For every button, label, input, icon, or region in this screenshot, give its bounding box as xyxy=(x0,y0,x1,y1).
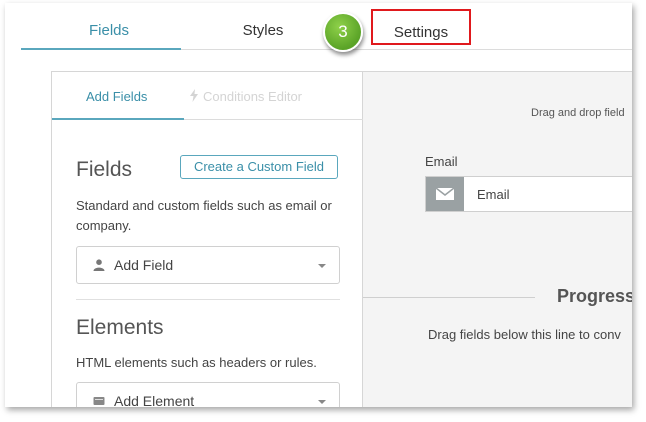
tab-fields[interactable]: Fields xyxy=(59,22,159,39)
chevron-down-icon xyxy=(318,264,326,268)
form-canvas: Drag and drop field Email Email Progress… xyxy=(363,71,632,407)
envelope-icon xyxy=(436,188,454,200)
add-element-label: Add Element xyxy=(114,393,195,407)
form-builder-window: Fields Styles Settings 3 Add Fields Cond… xyxy=(5,3,632,407)
elements-section-title: Elements xyxy=(76,316,164,339)
tab-styles[interactable]: Styles xyxy=(213,22,313,39)
email-field-label: Email xyxy=(425,154,458,169)
fields-section-title: Fields xyxy=(76,158,133,181)
fields-section-description: Standard and custom fields such as email… xyxy=(76,198,332,233)
create-custom-field-button[interactable]: Create a Custom Field xyxy=(180,155,338,179)
email-icon-box xyxy=(426,177,464,211)
step-number-badge: 3 xyxy=(323,12,363,52)
add-element-dropdown[interactable]: Add Element xyxy=(76,382,340,407)
tab-settings[interactable]: Settings xyxy=(371,9,471,45)
subtab-conditions-editor-label: Conditions Editor xyxy=(203,89,302,104)
subtab-active-indicator xyxy=(52,118,184,120)
subtab-add-fields[interactable]: Add Fields xyxy=(86,89,147,104)
tab-fields-active-indicator xyxy=(21,48,181,50)
drag-drop-hint: Drag and drop field xyxy=(531,107,625,119)
section-divider xyxy=(76,299,340,300)
add-fields-panel: Add Fields Conditions Editor Fields Crea… xyxy=(51,71,364,407)
person-icon xyxy=(93,259,105,271)
subtab-conditions-editor[interactable]: Conditions Editor xyxy=(190,89,302,104)
add-field-label: Add Field xyxy=(114,257,174,273)
progress-drag-hint: Drag fields below this line to conv xyxy=(428,327,621,342)
chevron-down-icon xyxy=(318,400,326,404)
progress-section-title: Progress xyxy=(557,286,632,306)
lightning-icon xyxy=(190,89,198,102)
elements-section-description: HTML elements such as headers or rules. xyxy=(76,355,317,370)
add-field-dropdown[interactable]: Add Field xyxy=(76,246,340,284)
email-field[interactable]: Email xyxy=(425,176,632,212)
progress-divider-line xyxy=(363,297,535,298)
email-field-placeholder: Email xyxy=(477,187,510,202)
card-icon xyxy=(93,397,105,405)
